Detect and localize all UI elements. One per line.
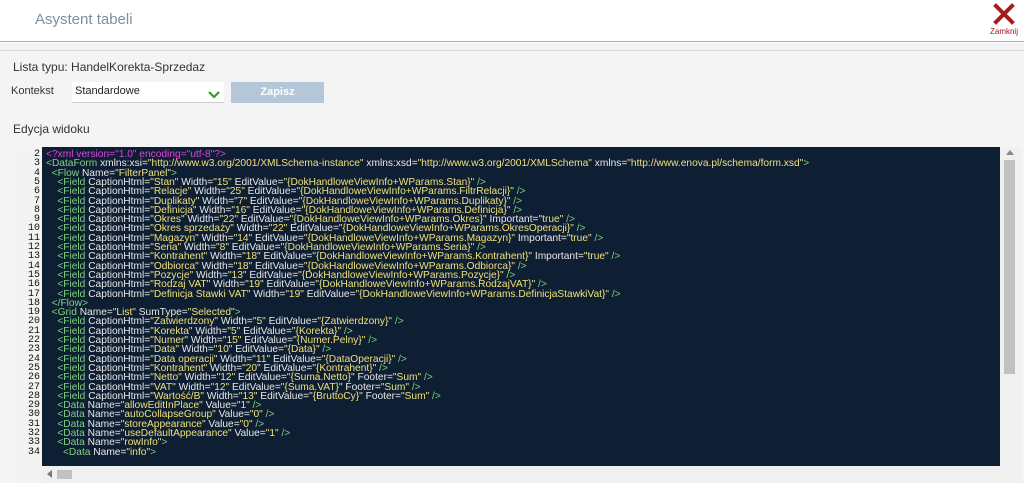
code-token: "http://www.w3.org/2001/XMLSchema" bbox=[417, 158, 592, 170]
code-token: /> bbox=[392, 316, 404, 328]
view-edit-label: Edycja widoku bbox=[13, 122, 90, 136]
line-number: 26 bbox=[27, 372, 40, 384]
code-token: Important= bbox=[532, 251, 584, 263]
code-token: <Data bbox=[46, 446, 94, 458]
close-icon bbox=[988, 3, 1020, 25]
code-token: Width= bbox=[250, 288, 286, 300]
list-type-label: Lista typu: HandelKorekta-Sprzedaz bbox=[13, 60, 206, 74]
code-token: Name= bbox=[93, 446, 127, 458]
dialog-title: Asystent tabeli bbox=[35, 11, 133, 28]
code-token: /> bbox=[608, 251, 621, 263]
code-token: /> bbox=[591, 232, 604, 244]
code-token: /> bbox=[429, 390, 441, 402]
code-token: "Sum" bbox=[401, 390, 430, 402]
code-token: /> bbox=[262, 409, 275, 421]
line-number: 23 bbox=[27, 344, 40, 356]
code-token: /> bbox=[421, 372, 433, 384]
code-token: "{BruttoCy}" bbox=[309, 390, 363, 402]
code-token: "Definicja Stawki VAT" bbox=[150, 288, 251, 300]
line-number: 33 bbox=[27, 437, 40, 449]
code-token: > bbox=[803, 158, 810, 170]
dialog-header: Asystent tabeli Zamknij bbox=[0, 0, 1024, 42]
code-token: /> bbox=[365, 335, 378, 346]
context-select[interactable]: Standardowe bbox=[72, 82, 224, 103]
chevron-down-icon bbox=[208, 87, 220, 99]
code-token: xmlns:xsd= bbox=[363, 158, 418, 170]
scrollbar-corner bbox=[1000, 466, 1021, 483]
scroll-up-icon[interactable] bbox=[1006, 150, 1014, 155]
code-token: > bbox=[150, 446, 157, 458]
line-number: 34 bbox=[27, 446, 40, 458]
code-line: <Field CaptionHtml="Definicja Stawki VAT… bbox=[46, 288, 621, 300]
code-token: "true" bbox=[583, 251, 609, 263]
code-token: /> bbox=[278, 428, 291, 439]
scroll-left-icon[interactable] bbox=[47, 470, 52, 478]
code-token: Footer= bbox=[362, 390, 401, 402]
line-number: 16 bbox=[27, 279, 40, 291]
code-token: /> bbox=[515, 260, 527, 272]
code-token: "19" bbox=[285, 288, 304, 300]
save-button[interactable]: Zapisz bbox=[231, 82, 324, 103]
code-token: "true" bbox=[566, 232, 592, 244]
code-token: CaptionHtml= bbox=[88, 288, 151, 300]
line-number: 13 bbox=[27, 251, 40, 263]
code-token: EditValue= bbox=[303, 288, 356, 300]
code-token: EditValue= bbox=[257, 390, 310, 402]
context-select-value: Standardowe bbox=[75, 85, 140, 97]
code-token: "info" bbox=[126, 446, 151, 458]
horizontal-scrollbar[interactable] bbox=[42, 466, 1000, 483]
horizontal-scroll-thumb[interactable] bbox=[57, 470, 72, 479]
line-number-gutter: 2 3 4 5 6 7 8 9 10 11 12 13 14 15 16 17 18 19 20 21 22 23 24 25… bbox=[15, 147, 42, 483]
code-token: "1" bbox=[265, 428, 279, 439]
line-number: 3 bbox=[33, 158, 40, 170]
close-label: Zamknij bbox=[989, 27, 1018, 36]
context-label: Kontekst bbox=[11, 85, 54, 97]
code-token: Important= bbox=[515, 232, 567, 244]
main-panel: Lista typu: HandelKorekta-Sprzedaz Konte… bbox=[0, 43, 1024, 483]
code-line: <Data Name="info"> bbox=[46, 446, 157, 458]
code-token: "http://www.w3.org/2001/XMLSchema-instan… bbox=[147, 158, 364, 170]
vertical-scrollbar[interactable] bbox=[1000, 147, 1021, 466]
code-token: /> bbox=[608, 288, 621, 300]
code-token: "http://www.enova.pl/schema/form.xsd" bbox=[627, 158, 804, 170]
xml-editor[interactable]: 2 3 4 5 6 7 8 9 10 11 12 13 14 15 16 17 18 19 20 21 22 23 24 25… bbox=[15, 147, 1021, 483]
divider bbox=[0, 50, 1024, 51]
code-token: /> bbox=[395, 353, 407, 365]
close-button[interactable]: Zamknij bbox=[988, 3, 1020, 39]
code-token: "{DokHandloweViewInfo+WParams.DefinicjaS… bbox=[355, 288, 609, 300]
line-number: 6 bbox=[33, 186, 40, 198]
code-area[interactable]: <?xml version="1.0" encoding="utf-8"?> <D… bbox=[46, 147, 999, 483]
code-token: Value= bbox=[231, 428, 266, 439]
code-token: xmlns= bbox=[591, 158, 628, 170]
vertical-scroll-thumb[interactable] bbox=[1004, 160, 1015, 374]
code-token: > bbox=[161, 437, 168, 449]
